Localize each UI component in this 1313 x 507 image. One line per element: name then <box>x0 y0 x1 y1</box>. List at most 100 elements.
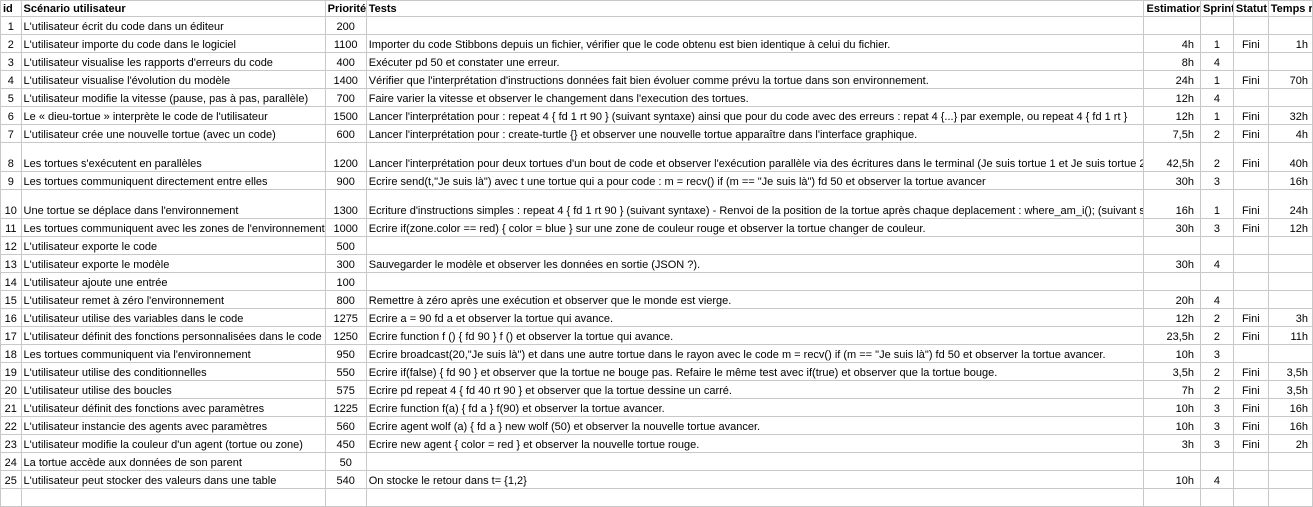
cell-time[interactable]: 3,5h <box>1267 380 1313 399</box>
cell-estimation[interactable]: 24h <box>1143 70 1201 89</box>
cell-estimation[interactable]: 12h <box>1143 106 1201 125</box>
cell-time[interactable] <box>1267 254 1313 273</box>
cell-status[interactable]: Fini <box>1232 416 1269 435</box>
cell-sprint[interactable]: 4 <box>1199 290 1234 309</box>
cell-scenario[interactable]: La tortue accède aux données de son pare… <box>20 452 326 471</box>
cell-priority[interactable]: 600 <box>324 124 367 143</box>
cell-estimation[interactable]: 4h <box>1143 34 1201 53</box>
cell-sprint[interactable]: 2 <box>1199 362 1234 381</box>
cell-time[interactable] <box>1267 344 1313 363</box>
cell-status[interactable]: Fini <box>1232 308 1269 327</box>
cell-priority[interactable]: 1100 <box>324 34 367 53</box>
cell-time[interactable] <box>1267 52 1313 71</box>
cell-tests[interactable] <box>365 452 1145 471</box>
cell-tests[interactable]: Importer du code Stibbons depuis un fich… <box>365 34 1145 53</box>
cell-sprint[interactable]: 2 <box>1199 124 1234 143</box>
cell-sprint[interactable]: 1 <box>1199 106 1234 125</box>
cell-priority[interactable]: 800 <box>324 290 367 309</box>
cell-id[interactable]: 6 <box>0 106 22 125</box>
cell-estimation[interactable] <box>1143 452 1201 471</box>
cell-status[interactable]: Fini <box>1232 106 1269 125</box>
cell-sprint[interactable] <box>1199 488 1234 507</box>
cell-scenario[interactable]: Les tortues communiquent via l'environne… <box>20 344 326 363</box>
cell-time[interactable]: 16h <box>1267 416 1313 435</box>
cell-time[interactable]: 3,5h <box>1267 362 1313 381</box>
cell-status[interactable]: Fini <box>1232 218 1269 237</box>
cell-estimation[interactable]: 10h <box>1143 416 1201 435</box>
cell-scenario[interactable]: L'utilisateur instancie des agents avec … <box>20 416 326 435</box>
cell-sprint[interactable]: 4 <box>1199 470 1234 489</box>
cell-id[interactable]: 4 <box>0 70 22 89</box>
cell-status[interactable] <box>1232 171 1269 190</box>
cell-priority[interactable]: 900 <box>324 171 367 190</box>
cell-tests[interactable]: Ecrire agent wolf (a) { fd a } new wolf … <box>365 416 1145 435</box>
cell-time[interactable] <box>1267 272 1313 291</box>
cell-tests[interactable]: On stocke le retour dans t= {1,2} <box>365 470 1145 489</box>
cell-priority[interactable] <box>324 488 367 507</box>
cell-status[interactable] <box>1232 254 1269 273</box>
cell-sprint[interactable] <box>1199 272 1234 291</box>
cell-id[interactable]: 11 <box>0 218 22 237</box>
cell-scenario[interactable]: Une tortue se déplace dans l'environneme… <box>20 189 326 219</box>
cell-id[interactable]: 9 <box>0 171 22 190</box>
header-estimation[interactable]: Estimation <box>1143 0 1201 17</box>
cell-status[interactable]: Fini <box>1232 142 1269 172</box>
cell-priority[interactable]: 1200 <box>324 142 367 172</box>
cell-tests[interactable]: Ecrire if(false) { fd 90 } et observer q… <box>365 362 1145 381</box>
cell-id[interactable]: 20 <box>0 380 22 399</box>
cell-scenario[interactable]: L'utilisateur crée une nouvelle tortue (… <box>20 124 326 143</box>
cell-sprint[interactable]: 2 <box>1199 326 1234 345</box>
cell-id[interactable]: 22 <box>0 416 22 435</box>
cell-sprint[interactable]: 3 <box>1199 434 1234 453</box>
cell-sprint[interactable] <box>1199 16 1234 35</box>
cell-time[interactable]: 24h <box>1267 189 1313 219</box>
header-sprint[interactable]: Sprint <box>1199 0 1234 17</box>
cell-priority[interactable]: 1225 <box>324 398 367 417</box>
cell-id[interactable]: 8 <box>0 142 22 172</box>
cell-time[interactable]: 4h <box>1267 124 1313 143</box>
cell-status[interactable]: Fini <box>1232 398 1269 417</box>
cell-tests[interactable]: Ecrire broadcast(20,"Je suis là") et dan… <box>365 344 1145 363</box>
cell-scenario[interactable]: L'utilisateur modifie la vitesse (pause,… <box>20 88 326 107</box>
header-priority[interactable]: Priorité <box>324 0 367 17</box>
cell-status[interactable] <box>1232 344 1269 363</box>
cell-estimation[interactable]: 12h <box>1143 308 1201 327</box>
header-scenario[interactable]: Scénario utilisateur <box>20 0 326 17</box>
cell-id[interactable]: 5 <box>0 88 22 107</box>
cell-estimation[interactable]: 16h <box>1143 189 1201 219</box>
cell-status[interactable]: Fini <box>1232 380 1269 399</box>
cell-scenario[interactable]: L'utilisateur utilise des conditionnelle… <box>20 362 326 381</box>
cell-status[interactable] <box>1232 236 1269 255</box>
cell-estimation[interactable]: 3h <box>1143 434 1201 453</box>
cell-status[interactable] <box>1232 290 1269 309</box>
cell-status[interactable]: Fini <box>1232 189 1269 219</box>
cell-priority[interactable]: 200 <box>324 16 367 35</box>
cell-tests[interactable]: Ecrire new agent { color = red } et obse… <box>365 434 1145 453</box>
cell-priority[interactable]: 550 <box>324 362 367 381</box>
cell-sprint[interactable] <box>1199 236 1234 255</box>
header-id[interactable]: id <box>0 0 22 17</box>
cell-scenario[interactable]: Les tortues communiquent avec les zones … <box>20 218 326 237</box>
cell-sprint[interactable]: 3 <box>1199 398 1234 417</box>
cell-estimation[interactable] <box>1143 16 1201 35</box>
cell-id[interactable]: 7 <box>0 124 22 143</box>
cell-scenario[interactable]: L'utilisateur utilise des boucles <box>20 380 326 399</box>
cell-id[interactable] <box>0 488 22 507</box>
cell-time[interactable]: 2h <box>1267 434 1313 453</box>
cell-time[interactable] <box>1267 470 1313 489</box>
cell-status[interactable] <box>1232 488 1269 507</box>
cell-time[interactable] <box>1267 88 1313 107</box>
cell-sprint[interactable]: 4 <box>1199 254 1234 273</box>
cell-id[interactable]: 23 <box>0 434 22 453</box>
cell-estimation[interactable]: 30h <box>1143 218 1201 237</box>
cell-id[interactable]: 1 <box>0 16 22 35</box>
cell-sprint[interactable]: 3 <box>1199 218 1234 237</box>
cell-tests[interactable]: Ecrire pd repeat 4 { fd 40 rt 90 } et ob… <box>365 380 1145 399</box>
cell-estimation[interactable] <box>1143 272 1201 291</box>
cell-estimation[interactable]: 8h <box>1143 52 1201 71</box>
cell-tests[interactable] <box>365 236 1145 255</box>
cell-time[interactable]: 12h <box>1267 218 1313 237</box>
cell-tests[interactable]: Ecrire function f(a) { fd a } f(90) et o… <box>365 398 1145 417</box>
cell-estimation[interactable]: 3,5h <box>1143 362 1201 381</box>
cell-priority[interactable]: 50 <box>324 452 367 471</box>
